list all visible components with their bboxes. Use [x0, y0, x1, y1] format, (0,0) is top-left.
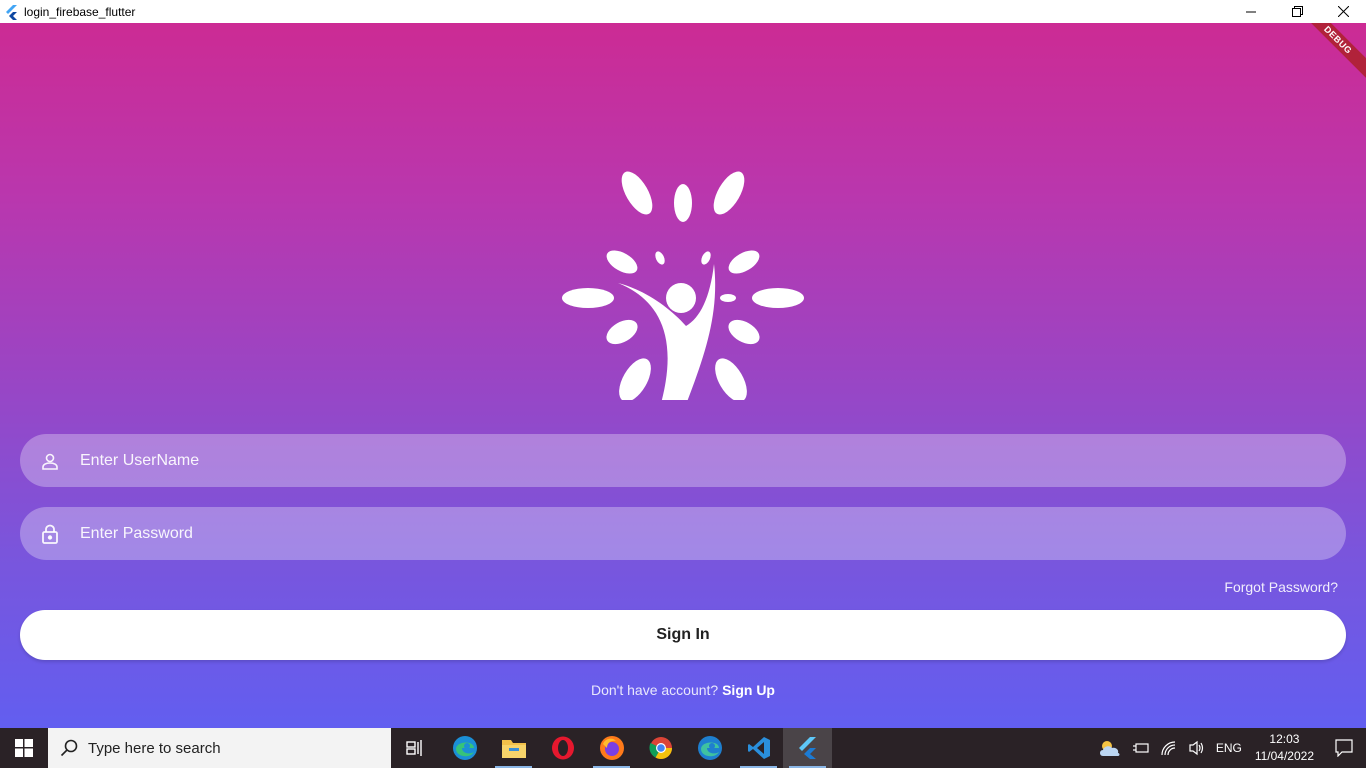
taskbar-search-box[interactable]: Type here to search — [48, 728, 391, 768]
tray-overflow-button[interactable] — [1127, 728, 1155, 768]
taskbar-file-explorer[interactable] — [489, 728, 538, 768]
edge-icon — [452, 736, 477, 760]
username-input[interactable] — [80, 451, 1280, 470]
login-screen: DEBUG Enter UserName Forgot Password? Si… — [0, 23, 1366, 728]
clock[interactable]: 12:03 11/04/2022 — [1247, 728, 1322, 768]
person-icon — [40, 451, 60, 471]
opera-icon — [551, 736, 574, 760]
lock-icon — [40, 524, 60, 544]
windows-taskbar: Type here to search ENG 12:03 11/04/2022 — [0, 728, 1366, 768]
windows-logo-icon — [15, 739, 33, 757]
language-indicator[interactable]: ENG — [1211, 728, 1247, 768]
clock-time: 12:03 — [1269, 732, 1300, 746]
taskbar-flutter-app[interactable] — [783, 728, 832, 768]
sign-up-link[interactable]: Sign Up — [722, 682, 775, 698]
search-icon — [60, 739, 78, 757]
no-account-text: Don't have account? — [591, 682, 719, 698]
close-button[interactable] — [1320, 0, 1366, 23]
close-icon — [1337, 6, 1349, 17]
window-title: login_firebase_flutter — [24, 4, 136, 19]
volume-button[interactable] — [1183, 728, 1211, 768]
flutter-app-icon — [6, 4, 17, 20]
wifi-icon — [1161, 741, 1175, 756]
minimize-button[interactable] — [1228, 0, 1274, 23]
system-tray: ENG 12:03 11/04/2022 — [1093, 728, 1366, 768]
signup-prompt: Don't have account? Sign Up — [0, 682, 1366, 698]
password-input[interactable] — [80, 524, 1280, 543]
weather-cloud-icon — [1099, 741, 1120, 756]
taskbar-chrome[interactable] — [636, 728, 685, 768]
chrome-icon — [648, 737, 672, 759]
clock-date: 11/04/2022 — [1254, 749, 1314, 763]
debug-banner: DEBUG — [1297, 23, 1366, 81]
taskbar-opera[interactable] — [538, 728, 587, 768]
weather-button[interactable] — [1093, 728, 1127, 768]
start-button[interactable] — [0, 728, 48, 768]
firefox-icon — [599, 736, 624, 760]
forgot-password-link[interactable]: Forgot Password? — [1224, 579, 1338, 595]
restore-button[interactable] — [1274, 0, 1320, 23]
minimize-icon — [1246, 11, 1256, 12]
taskbar-firefox[interactable] — [587, 728, 636, 768]
window-title-bar: login_firebase_flutter — [0, 0, 1366, 23]
task-view-button[interactable] — [391, 728, 440, 768]
network-button[interactable] — [1155, 728, 1183, 768]
edge-dev-icon — [697, 736, 722, 760]
restore-icon — [1291, 6, 1303, 17]
battery-plug-icon — [1132, 743, 1149, 753]
search-placeholder: Type here to search — [88, 739, 221, 757]
password-field[interactable] — [20, 507, 1346, 560]
vscode-icon — [747, 737, 770, 759]
notifications-button[interactable] — [1322, 728, 1366, 768]
taskbar-vscode[interactable] — [734, 728, 783, 768]
taskbar-edge-dev[interactable] — [685, 728, 734, 768]
notification-icon — [1335, 739, 1353, 757]
username-field[interactable] — [20, 434, 1346, 487]
speaker-icon — [1189, 740, 1203, 756]
taskbar-edge[interactable] — [440, 728, 489, 768]
tree-person-logo-icon — [562, 171, 804, 400]
task-view-icon — [405, 740, 422, 756]
file-explorer-icon — [501, 740, 526, 758]
flutter-icon — [798, 737, 816, 759]
sign-in-button[interactable]: Sign In — [20, 610, 1346, 660]
